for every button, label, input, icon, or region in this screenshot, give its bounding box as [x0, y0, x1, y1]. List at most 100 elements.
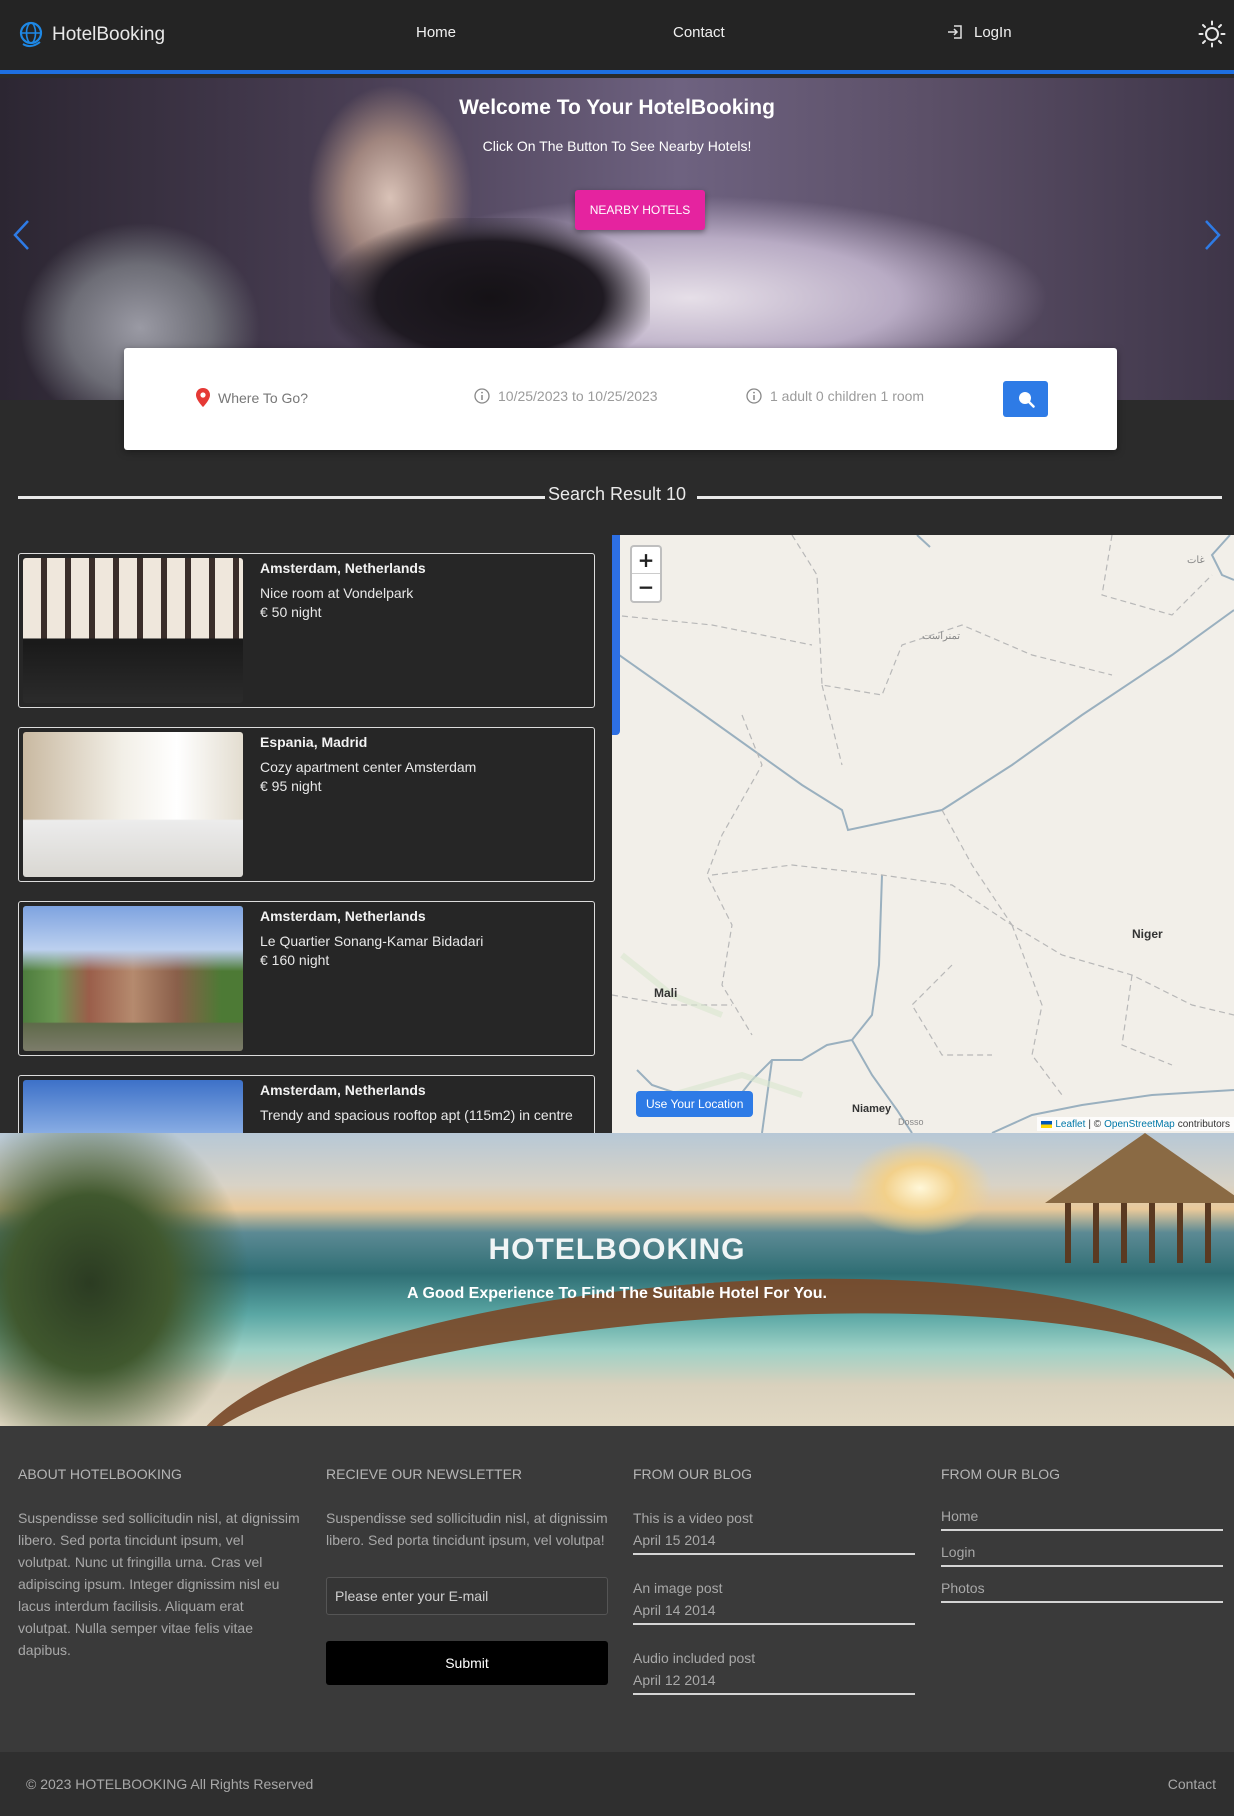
- map-label-mali: Mali: [654, 986, 678, 1000]
- hotel-price: € 160 night: [260, 952, 330, 968]
- hotel-photo[interactable]: [23, 906, 243, 1051]
- map-label-tamanrasset: تمنراست: [922, 631, 961, 642]
- map-label-niamey: Niamey: [852, 1103, 892, 1115]
- newsletter-heading: RECIEVE OUR NEWSLETTER: [326, 1466, 523, 1482]
- hotel-name[interactable]: Nice room at Vondelpark: [260, 582, 580, 604]
- about-heading: ABOUT HOTELBOOKING: [18, 1466, 182, 1482]
- hero-subtitle: Click On The Button To See Nearby Hotels…: [482, 138, 752, 154]
- osm-link[interactable]: OpenStreetMap: [1104, 1119, 1175, 1130]
- attribution-tail: contributors: [1177, 1118, 1230, 1130]
- zoom-in-button[interactable]: +: [632, 547, 660, 574]
- hotel-photo[interactable]: [23, 558, 243, 703]
- map-label-ghat: غات: [1187, 555, 1205, 566]
- blog-post[interactable]: An image post April 14 2014: [633, 1577, 915, 1625]
- hotel-name[interactable]: Cozy apartment center Amsterdam: [260, 756, 580, 778]
- leaflet-link[interactable]: Leaflet: [1055, 1119, 1085, 1130]
- guests-value: 1 adult 0 children 1 room: [770, 388, 925, 404]
- nav-login-link[interactable]: LogIn: [946, 23, 1012, 41]
- map[interactable]: + − تمنراست غات Niger Mali Niamey Dosso …: [612, 535, 1234, 1133]
- submit-button[interactable]: Submit: [326, 1641, 608, 1685]
- search-button[interactable]: [1003, 381, 1048, 417]
- map-label-niger: Niger: [1132, 927, 1163, 941]
- blog-post-date: April 14 2014: [633, 1602, 716, 1618]
- search-panel: Where To Go? 10/25/2023 to 10/25/2023 1 …: [124, 348, 1117, 450]
- nav-contact-link[interactable]: Contact: [673, 24, 725, 41]
- divider-right: [697, 496, 1222, 499]
- footer-blog: FROM OUR BLOG This is a video post April…: [633, 1466, 915, 1717]
- map-scrollbar[interactable]: [612, 535, 620, 735]
- blog-post[interactable]: Audio included post April 12 2014: [633, 1647, 915, 1695]
- hotel-name[interactable]: Trendy and spacious rooftop apt (115m2) …: [260, 1104, 580, 1126]
- footer-link-home[interactable]: Home: [941, 1507, 1223, 1531]
- date-range-value: 10/25/2023 to 10/25/2023: [498, 388, 658, 404]
- blog-post-date: April 12 2014: [633, 1672, 716, 1688]
- nav-home-link[interactable]: Home: [416, 24, 456, 41]
- hotel-photo[interactable]: [23, 732, 243, 877]
- hotel-card[interactable]: Amsterdam, Netherlands Nice room at Vond…: [18, 553, 595, 708]
- footer-links: FROM OUR BLOG Home Login Photos: [941, 1466, 1223, 1615]
- carousel-prev-icon[interactable]: [10, 218, 32, 252]
- beach-banner: HOTELBOOKING A Good Experience To Find T…: [0, 1133, 1234, 1426]
- destination-field[interactable]: Where To Go?: [196, 388, 308, 407]
- destination-placeholder: Where To Go?: [218, 389, 309, 406]
- hut-roof: [1045, 1133, 1234, 1203]
- zoom-out-button[interactable]: −: [632, 574, 660, 601]
- hotel-card[interactable]: Amsterdam, Netherlands Le Quartier Sonan…: [18, 901, 595, 1056]
- brand-name: HotelBooking: [52, 24, 166, 45]
- hero-title: Welcome To Your HotelBooking: [459, 96, 775, 119]
- theme-toggle-sun-icon[interactable]: [1198, 20, 1226, 48]
- use-location-button[interactable]: Use Your Location: [636, 1091, 754, 1117]
- hotel-name[interactable]: Le Quartier Sonang-Kamar Bidadari: [260, 930, 580, 952]
- login-label: LogIn: [974, 23, 1012, 41]
- blog-post-title: Audio included post: [633, 1650, 756, 1666]
- map-borders: [612, 535, 1234, 1133]
- globe-logo-icon: [19, 21, 43, 48]
- blog-post[interactable]: This is a video post April 15 2014: [633, 1507, 915, 1555]
- results-list[interactable]: Amsterdam, Netherlands Nice room at Vond…: [18, 553, 596, 1133]
- about-text: Suspendisse sed sollicitudin nisl, at di…: [18, 1510, 300, 1658]
- carousel-next-icon[interactable]: [1202, 218, 1224, 252]
- blog-post-title: This is a video post: [633, 1510, 753, 1526]
- banner-subtitle: A Good Experience To Find The Suitable H…: [407, 1285, 827, 1302]
- hotel-location: Amsterdam, Netherlands: [260, 560, 426, 576]
- login-icon: [948, 25, 962, 39]
- palm-foliage: [0, 1133, 300, 1426]
- brand[interactable]: HotelBooking: [18, 18, 165, 52]
- nearby-hotels-button[interactable]: NEARBY HOTELS: [575, 190, 705, 230]
- map-label-dosso: Dosso: [898, 1117, 924, 1127]
- location-pin-icon: [196, 388, 210, 407]
- footer-newsletter: RECIEVE OUR NEWSLETTER Suspendisse sed s…: [326, 1466, 608, 1685]
- email-input[interactable]: [326, 1577, 608, 1615]
- info-icon: [746, 388, 762, 404]
- hotel-photo[interactable]: [23, 1080, 243, 1133]
- bottom-bar: © 2023 HOTELBOOKING All Rights Reserved …: [0, 1752, 1234, 1816]
- attribution-separator: | ©: [1088, 1118, 1102, 1130]
- results-heading: Search Result 10: [547, 484, 687, 504]
- hotel-card[interactable]: Espania, Madrid Cozy apartment center Am…: [18, 727, 595, 882]
- bottom-contact-link[interactable]: Contact: [1168, 1776, 1216, 1792]
- hotel-price: € 50 night: [260, 604, 322, 620]
- blog-heading: FROM OUR BLOG: [633, 1466, 753, 1482]
- map-attribution: Leaflet | © OpenStreetMap contributors: [1037, 1117, 1234, 1131]
- hotel-location: Espania, Madrid: [260, 734, 368, 750]
- search-icon: [1018, 392, 1035, 408]
- photo-sky: [23, 906, 243, 1051]
- ukraine-flag-icon: [1041, 1120, 1053, 1128]
- links-heading: FROM OUR BLOG: [941, 1466, 1061, 1482]
- map-zoom-control: + −: [630, 545, 662, 603]
- footer-link-photos[interactable]: Photos: [941, 1579, 1223, 1603]
- hotel-location: Amsterdam, Netherlands: [260, 1082, 426, 1098]
- navbar: HotelBooking Home Contact LogIn: [0, 0, 1234, 74]
- footer-link-login[interactable]: Login: [941, 1543, 1223, 1567]
- hotel-card[interactable]: Amsterdam, Netherlands Trendy and spacio…: [18, 1075, 595, 1133]
- banner-title: HOTELBOOKING: [488, 1233, 746, 1266]
- blog-post-title: An image post: [633, 1580, 723, 1596]
- copyright: © 2023 HOTELBOOKING All Rights Reserved: [26, 1776, 314, 1792]
- guests-field[interactable]: 1 adult 0 children 1 room: [746, 388, 924, 404]
- footer-about: ABOUT HOTELBOOKING Suspendisse sed solli…: [18, 1466, 300, 1661]
- hotel-location: Amsterdam, Netherlands: [260, 908, 426, 924]
- info-icon: [474, 388, 490, 404]
- date-range-field[interactable]: 10/25/2023 to 10/25/2023: [474, 388, 658, 404]
- hotel-price: € 95 night: [260, 778, 322, 794]
- newsletter-text: Suspendisse sed sollicitudin nisl, at di…: [326, 1510, 608, 1548]
